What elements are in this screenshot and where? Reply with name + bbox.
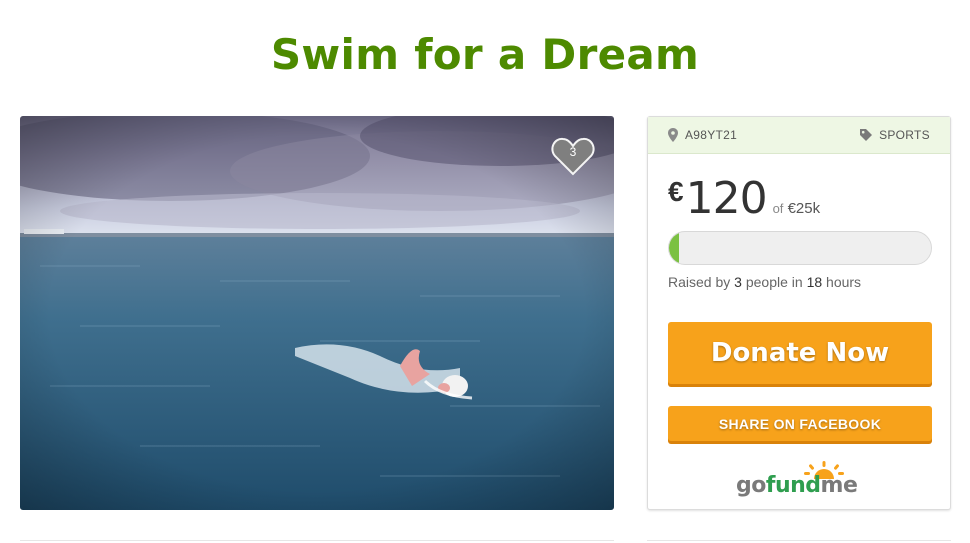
card-header: A98YT21 SPORTS <box>648 117 950 154</box>
page-title: Swim for a Dream <box>270 30 700 79</box>
section-divider <box>647 540 951 541</box>
amount-raised: € 120 of €25k <box>668 173 820 224</box>
logo-wordmark: gofundme <box>736 473 858 498</box>
logo-fund: fund <box>765 473 821 498</box>
goal-text: of €25k <box>773 200 821 217</box>
share-on-facebook-button[interactable]: SHARE ON FACEBOOK <box>668 406 932 441</box>
donation-card: A98YT21 SPORTS € 120 of €25k Raised by 3… <box>647 116 951 510</box>
swimmer-in-sea-image <box>20 116 614 510</box>
location-pin-icon <box>668 128 678 142</box>
progress-fill <box>669 232 680 264</box>
section-divider <box>20 540 614 541</box>
favorite-heart-button[interactable]: 3 <box>551 136 595 176</box>
heart-count: 3 <box>569 145 577 159</box>
currency-symbol: € <box>668 176 684 207</box>
location-text: A98YT21 <box>685 128 738 142</box>
donate-now-button[interactable]: Donate Now <box>668 322 932 384</box>
goal-prefix: of <box>772 201 784 216</box>
raised-summary: Raised by 3 people in 18 hours <box>668 274 861 290</box>
duration-value: 18 <box>806 274 823 290</box>
category-info[interactable]: SPORTS <box>859 128 930 142</box>
category-text: SPORTS <box>879 128 930 142</box>
tag-icon <box>860 129 873 141</box>
logo-go: go <box>736 473 766 498</box>
campaign-photo[interactable] <box>20 116 614 510</box>
gofundme-logo[interactable]: gofundme <box>736 461 866 501</box>
progress-bar <box>668 231 932 265</box>
goal-amount: €25k <box>787 200 821 217</box>
duration-unit: hours <box>826 274 862 290</box>
raised-amount: 120 <box>685 173 768 224</box>
location-info[interactable]: A98YT21 <box>668 128 737 142</box>
logo-me: me <box>820 473 858 498</box>
raised-by-mid: people in <box>745 274 803 290</box>
raised-by-prefix: Raised by <box>668 274 731 290</box>
donor-count: 3 <box>734 274 742 290</box>
